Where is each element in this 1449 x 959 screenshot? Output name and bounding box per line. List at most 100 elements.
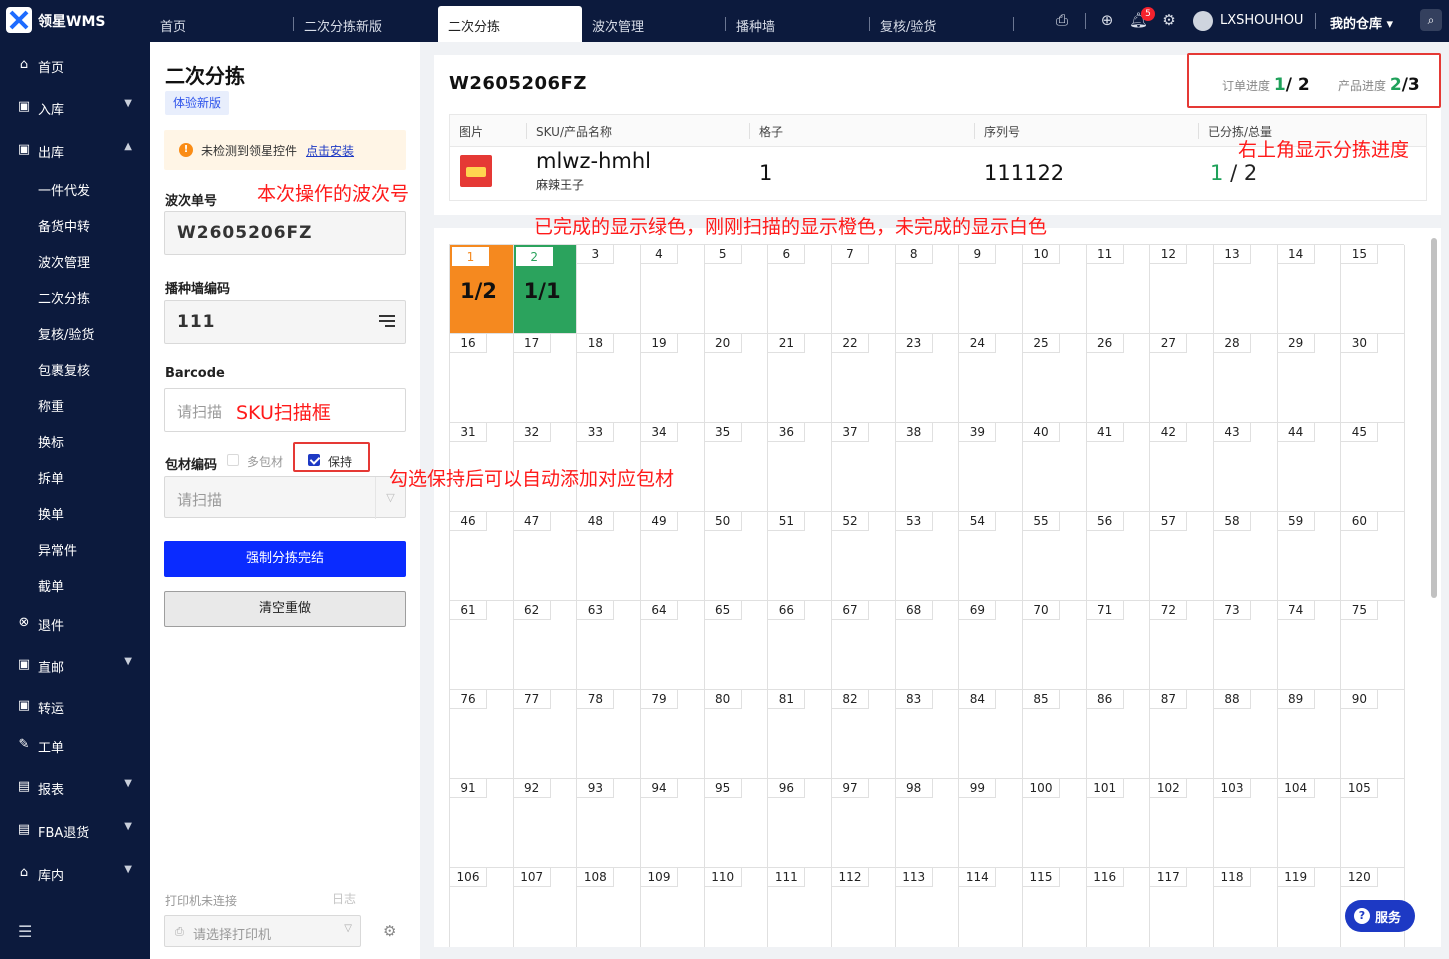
grid-cell-44[interactable]: 44 (1277, 423, 1342, 512)
grid-cell-70[interactable]: 70 (1023, 601, 1087, 690)
log-link[interactable]: 日志 (332, 890, 356, 907)
grid-cell-15[interactable]: 15 (1341, 245, 1405, 334)
sidebar-sub-secondary-sort[interactable]: 二次分拣 (0, 281, 150, 311)
sidebar-sub-relabel[interactable]: 换标 (0, 425, 150, 455)
print-icon[interactable]: ⎙ (1053, 11, 1071, 29)
grid-cell-88[interactable]: 88 (1214, 690, 1278, 779)
grid-cell-112[interactable]: 112 (832, 868, 896, 947)
grid-cell-51[interactable]: 51 (768, 512, 832, 601)
grid-cell-90[interactable]: 90 (1341, 690, 1405, 779)
grid-cell-19[interactable]: 19 (641, 334, 705, 423)
grid-cell-59[interactable]: 59 (1277, 512, 1342, 601)
grid-cell-3[interactable]: 3 (577, 245, 641, 334)
grid-cell-46[interactable]: 46 (450, 512, 514, 601)
grid-cell-26[interactable]: 26 (1086, 334, 1151, 423)
grid-cell-7[interactable]: 7 (832, 245, 896, 334)
grid-cell-91[interactable]: 91 (450, 779, 514, 868)
grid-cell-13[interactable]: 13 (1214, 245, 1278, 334)
download-icon[interactable]: ⊕ (1098, 11, 1116, 29)
grid-cell-86[interactable]: 86 (1086, 690, 1151, 779)
grid-cell-57[interactable]: 57 (1150, 512, 1214, 601)
grid-cell-68[interactable]: 68 (895, 601, 960, 690)
grid-cell-72[interactable]: 72 (1150, 601, 1214, 690)
grid-cell-9[interactable]: 9 (959, 245, 1023, 334)
grid-cell-114[interactable]: 114 (959, 868, 1023, 947)
grid-cell-107[interactable]: 107 (513, 868, 578, 947)
sidebar-item-returns[interactable]: ⊗ 退件 (0, 607, 150, 639)
grid-cell-99[interactable]: 99 (959, 779, 1023, 868)
grid-cell-103[interactable]: 103 (1214, 779, 1278, 868)
sidebar-item-transfer[interactable]: ▣ 转运 (0, 690, 150, 722)
sidebar-sub-wave-management[interactable]: 波次管理 (0, 245, 150, 275)
grid-cell-40[interactable]: 40 (1023, 423, 1087, 512)
grid-cell-16[interactable]: 16 (450, 334, 514, 423)
username[interactable]: LXSHOUHOU (1220, 13, 1303, 28)
grid-cell-113[interactable]: 113 (895, 868, 960, 947)
try-new-version-tag[interactable]: 体验新版 (165, 91, 230, 115)
tab-review-inspection[interactable]: 复核/验货 (870, 6, 1014, 42)
grid-cell-39[interactable]: 39 (959, 423, 1023, 512)
grid-cell-8[interactable]: 8 (895, 245, 960, 334)
grid-cell-76[interactable]: 76 (450, 690, 514, 779)
grid-cell-96[interactable]: 96 (768, 779, 832, 868)
force-complete-button[interactable]: 强制分拣完结 (164, 541, 406, 577)
grid-cell-64[interactable]: 64 (641, 601, 705, 690)
reset-button[interactable]: 清空重做 (164, 591, 406, 627)
grid-cell-30[interactable]: 30 (1341, 334, 1405, 423)
grid-cell-62[interactable]: 62 (513, 601, 578, 690)
grid-cell-1[interactable]: 1 1/2 (450, 245, 514, 334)
sidebar-sub-package-review[interactable]: 包裹复核 (0, 353, 150, 383)
sidebar-item-work-order[interactable]: ✎ 工单 (0, 729, 150, 761)
list-icon[interactable] (379, 314, 395, 328)
grid-cell-83[interactable]: 83 (895, 690, 960, 779)
grid-cell-101[interactable]: 101 (1086, 779, 1151, 868)
sidebar-sub-dropship[interactable]: 一件代发 (0, 173, 150, 203)
grid-cell-100[interactable]: 100 (1023, 779, 1087, 868)
grid-cell-66[interactable]: 66 (768, 601, 832, 690)
sidebar-item-home[interactable]: ⌂ 首页 (0, 49, 150, 81)
grid-cell-45[interactable]: 45 (1341, 423, 1405, 512)
grid-cell-11[interactable]: 11 (1086, 245, 1151, 334)
grid-cell-119[interactable]: 119 (1277, 868, 1342, 947)
grid-cell-89[interactable]: 89 (1277, 690, 1342, 779)
service-button[interactable]: ? 服务 (1345, 900, 1415, 932)
grid-cell-93[interactable]: 93 (577, 779, 641, 868)
grid-cell-60[interactable]: 60 (1341, 512, 1405, 601)
grid-cell-4[interactable]: 4 (641, 245, 705, 334)
grid-cell-21[interactable]: 21 (768, 334, 832, 423)
sidebar-sub-change-order[interactable]: 换单 (0, 497, 150, 527)
grid-cell-115[interactable]: 115 (1023, 868, 1087, 947)
tab-wave-management[interactable]: 波次管理 (582, 6, 726, 42)
sidebar-sub-exception[interactable]: 异常件 (0, 533, 150, 563)
grid-cell-27[interactable]: 27 (1150, 334, 1214, 423)
grid-cell-110[interactable]: 110 (704, 868, 769, 947)
grid-cell-48[interactable]: 48 (577, 512, 641, 601)
grid-cell-95[interactable]: 95 (704, 779, 769, 868)
packaging-code-select[interactable]: 请扫描 ▽ (164, 476, 406, 519)
grid-cell-106[interactable]: 106 (450, 868, 514, 947)
grid-cell-98[interactable]: 98 (895, 779, 960, 868)
grid-cell-23[interactable]: 23 (895, 334, 960, 423)
grid-cell-84[interactable]: 84 (959, 690, 1023, 779)
wave-number-field[interactable]: W2605206FZ (164, 211, 406, 255)
printer-settings-icon[interactable]: ⚙ (383, 923, 399, 939)
grid-cell-63[interactable]: 63 (577, 601, 641, 690)
grid-cell-6[interactable]: 6 (768, 245, 832, 334)
install-link[interactable]: 点击安装 (306, 142, 354, 159)
grid-cell-37[interactable]: 37 (832, 423, 896, 512)
grid-cell-67[interactable]: 67 (832, 601, 896, 690)
grid-cell-104[interactable]: 104 (1277, 779, 1342, 868)
grid-cell-53[interactable]: 53 (895, 512, 960, 601)
grid-cell-61[interactable]: 61 (450, 601, 514, 690)
tab-sowing-wall[interactable]: 播种墙 (726, 6, 870, 42)
grid-cell-73[interactable]: 73 (1214, 601, 1278, 690)
logo-icon[interactable] (6, 7, 32, 33)
wall-code-field[interactable]: 111 (164, 300, 406, 344)
sidebar-item-inbound[interactable]: ▣ 入库 ▼ (0, 91, 150, 123)
sidebar-item-direct-mail[interactable]: ▣ 直邮 ▼ (0, 649, 150, 681)
grid-cell-17[interactable]: 17 (513, 334, 578, 423)
scrollbar[interactable] (1431, 238, 1437, 598)
grid-cell-18[interactable]: 18 (577, 334, 641, 423)
grid-cell-80[interactable]: 80 (704, 690, 769, 779)
grid-cell-29[interactable]: 29 (1277, 334, 1342, 423)
